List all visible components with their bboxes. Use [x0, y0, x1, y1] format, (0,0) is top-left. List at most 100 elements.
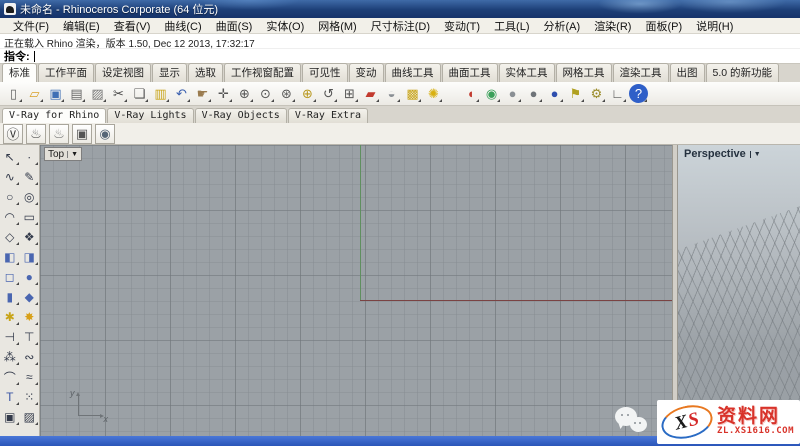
vray-tab-vray-for-rhino[interactable]: V-Ray for Rhino [2, 108, 106, 123]
toolbar-icon-paste[interactable]: ▥ [151, 84, 170, 103]
sidebar-tool-rectangle[interactable]: ▭ [20, 207, 40, 227]
chevron-down-icon[interactable]: ▼ [750, 151, 761, 158]
toolbar-icon-pan[interactable]: ☛ [193, 84, 212, 103]
sidebar-tool-circle[interactable]: ○ [0, 187, 20, 207]
menu-render[interactable]: 渲染(R) [587, 18, 638, 34]
toolbar-tab-transform[interactable]: 变动 [349, 63, 384, 82]
sidebar-tool-select[interactable]: ↖ [0, 147, 20, 167]
toolbar-icon-script-editor[interactable]: ▩ [403, 84, 422, 103]
command-prompt[interactable]: 指令: [0, 49, 800, 64]
sidebar-tool-curve-edit[interactable]: ✎ [20, 167, 40, 187]
viewport-top-title[interactable]: Top ▼ [44, 147, 82, 161]
menu-file[interactable]: 文件(F) [6, 18, 56, 34]
toolbar-tab-render-tools[interactable]: 渲染工具 [613, 63, 669, 82]
toolbar-icon-render-preview[interactable]: ◖ [461, 84, 480, 103]
toolbar-tab-mesh-tools[interactable]: 网格工具 [556, 63, 612, 82]
toolbar-icon-help[interactable]: ? [629, 84, 648, 103]
toolbar-icon-cut[interactable]: ✂ [109, 84, 128, 103]
toolbar-tab-select[interactable]: 选取 [188, 63, 223, 82]
sidebar-tool-trim[interactable]: ⊤ [20, 327, 40, 347]
sidebar-tool-box[interactable]: ◻ [0, 267, 20, 287]
sidebar-tool-solid-edit[interactable]: ◆ [20, 287, 40, 307]
sidebar-tool-point[interactable]: ∙ [20, 147, 40, 167]
toolbar-icon-zoom-selected[interactable]: ⊕ [298, 84, 317, 103]
toolbar-icon-lock-objects[interactable]: ◒ [382, 84, 401, 103]
chevron-down-icon[interactable]: ▼ [67, 151, 78, 158]
vray-icon-frame-buffer[interactable]: ▣ [72, 124, 92, 144]
viewport-top[interactable]: Top ▼ y x [40, 145, 672, 436]
toolbar-tab-surface-tools[interactable]: 曲面工具 [442, 63, 498, 82]
vray-icon-vray-logo[interactable]: Ⓥ [3, 124, 23, 144]
toolbar-icon-new-file[interactable]: ▯ [4, 84, 23, 103]
viewport-perspective[interactable]: Perspective ▼ [678, 145, 800, 436]
sidebar-tool-curve-from-object[interactable]: ❖ [20, 227, 40, 247]
toolbar-icon-viewport-layout[interactable]: ⊞ [340, 84, 359, 103]
menu-curve[interactable]: 曲线(C) [157, 18, 208, 34]
toolbar-icon-lamp-hide-show[interactable]: ✺ [424, 84, 443, 103]
vray-tab-vray-lights[interactable]: V-Ray Lights [107, 108, 193, 123]
viewport-perspective-title[interactable]: Perspective ▼ [684, 148, 761, 160]
toolbar-tab-set-view[interactable]: 设定视图 [95, 63, 151, 82]
menu-view[interactable]: 查看(V) [107, 18, 158, 34]
toolbar-tab-new-in-v5[interactable]: 5.0 的新功能 [706, 63, 780, 82]
toolbar-tab-display[interactable]: 显示 [152, 63, 187, 82]
toolbar-icon-selection-filter[interactable]: ⚑ [566, 84, 585, 103]
toolbar-icon-print[interactable]: ▤ [67, 84, 86, 103]
sidebar-tool-ellipse[interactable]: ◎ [20, 187, 40, 207]
toolbar-icon-copy[interactable]: ❏ [130, 84, 149, 103]
sidebar-tool-arc[interactable]: ◠ [0, 207, 20, 227]
toolbar-icon-undo-view[interactable]: ↺ [319, 84, 338, 103]
vray-icon-export-proxy-teapot[interactable]: ♨ [49, 124, 69, 144]
toolbar-icon-export-file[interactable]: ▨ [88, 84, 107, 103]
toolbar-icon-cplane-axis[interactable]: ∟ [608, 84, 627, 103]
sidebar-tool-blend[interactable]: ∾ [20, 347, 40, 367]
toolbar-tab-cplane[interactable]: 工作平面 [38, 63, 94, 82]
toolbar-tab-viewport-config[interactable]: 工作视窗配置 [224, 63, 301, 82]
toolbar-icon-move[interactable]: ✛ [214, 84, 233, 103]
sidebar-tool-boolean-union[interactable]: ✱ [0, 307, 20, 327]
toolbar-icon-open-file[interactable]: ▱ [25, 84, 44, 103]
menu-panels[interactable]: 面板(P) [638, 18, 689, 34]
sidebar-tool-join[interactable]: ⊣ [0, 327, 20, 347]
vray-tab-vray-extra[interactable]: V-Ray Extra [288, 108, 368, 123]
sidebar-tool-text[interactable]: T [0, 387, 20, 407]
toolbar-icon-zoom-in[interactable]: ⊕ [235, 84, 254, 103]
toolbar-icon-separator[interactable] [445, 84, 459, 103]
sidebar-tool-point-edit[interactable]: ⁙ [20, 387, 40, 407]
menu-surface[interactable]: 曲面(S) [209, 18, 260, 34]
menu-edit[interactable]: 编辑(E) [56, 18, 107, 34]
sidebar-tool-hatch[interactable]: ▨ [20, 407, 40, 427]
toolbar-tab-drafting[interactable]: 出图 [670, 63, 705, 82]
menu-solid[interactable]: 实体(O) [259, 18, 311, 34]
toolbar-icon-zoom-dynamic[interactable]: ⊙ [256, 84, 275, 103]
menu-analyze[interactable]: 分析(A) [537, 18, 588, 34]
toolbar-tab-visibility[interactable]: 可见性 [302, 63, 348, 82]
sidebar-tool-fillet[interactable]: ⁂ [0, 347, 20, 367]
menu-transform[interactable]: 变动(T) [437, 18, 487, 34]
sidebar-tool-rebuild[interactable]: ≈ [20, 367, 40, 387]
vray-icon-material-editor[interactable]: ◉ [95, 124, 115, 144]
sidebar-tool-block[interactable]: ▣ [0, 407, 20, 427]
sidebar-tool-cylinder[interactable]: ▮ [0, 287, 20, 307]
toolbar-icon-options-gear[interactable]: ⚙ [587, 84, 606, 103]
toolbar-icon-material-sphere-dark[interactable]: ● [524, 84, 543, 103]
sidebar-tool-surface-patch[interactable]: ◨ [20, 247, 40, 267]
sidebar-tool-explode[interactable]: ✸ [20, 307, 40, 327]
toolbar-icon-save[interactable]: ▣ [46, 84, 65, 103]
title-bar[interactable]: 未命名 - Rhinoceros Corporate (64 位元) [0, 0, 800, 18]
menu-help[interactable]: 说明(H) [689, 18, 740, 34]
toolbar-icon-render-car[interactable]: ▰ [361, 84, 380, 103]
toolbar-icon-undo[interactable]: ↶ [172, 84, 191, 103]
toolbar-icon-zoom-extents[interactable]: ⊛ [277, 84, 296, 103]
vray-tab-vray-objects[interactable]: V-Ray Objects [195, 108, 287, 123]
sidebar-tool-curve[interactable]: ∿ [0, 167, 20, 187]
toolbar-icon-material-sphere-blue[interactable]: ● [545, 84, 564, 103]
sidebar-tool-polygon[interactable]: ◇ [0, 227, 20, 247]
toolbar-icon-material-editor[interactable]: ◉ [482, 84, 501, 103]
vray-icon-render-teapot[interactable]: ♨ [26, 124, 46, 144]
toolbar-icon-material-sphere-grey[interactable]: ● [503, 84, 522, 103]
sidebar-tool-loft-surface[interactable]: ◧ [0, 247, 20, 267]
menu-tools[interactable]: 工具(L) [487, 18, 536, 34]
toolbar-tab-standard[interactable]: 标准 [2, 63, 37, 82]
toolbar-tab-solid-tools[interactable]: 实体工具 [499, 63, 555, 82]
